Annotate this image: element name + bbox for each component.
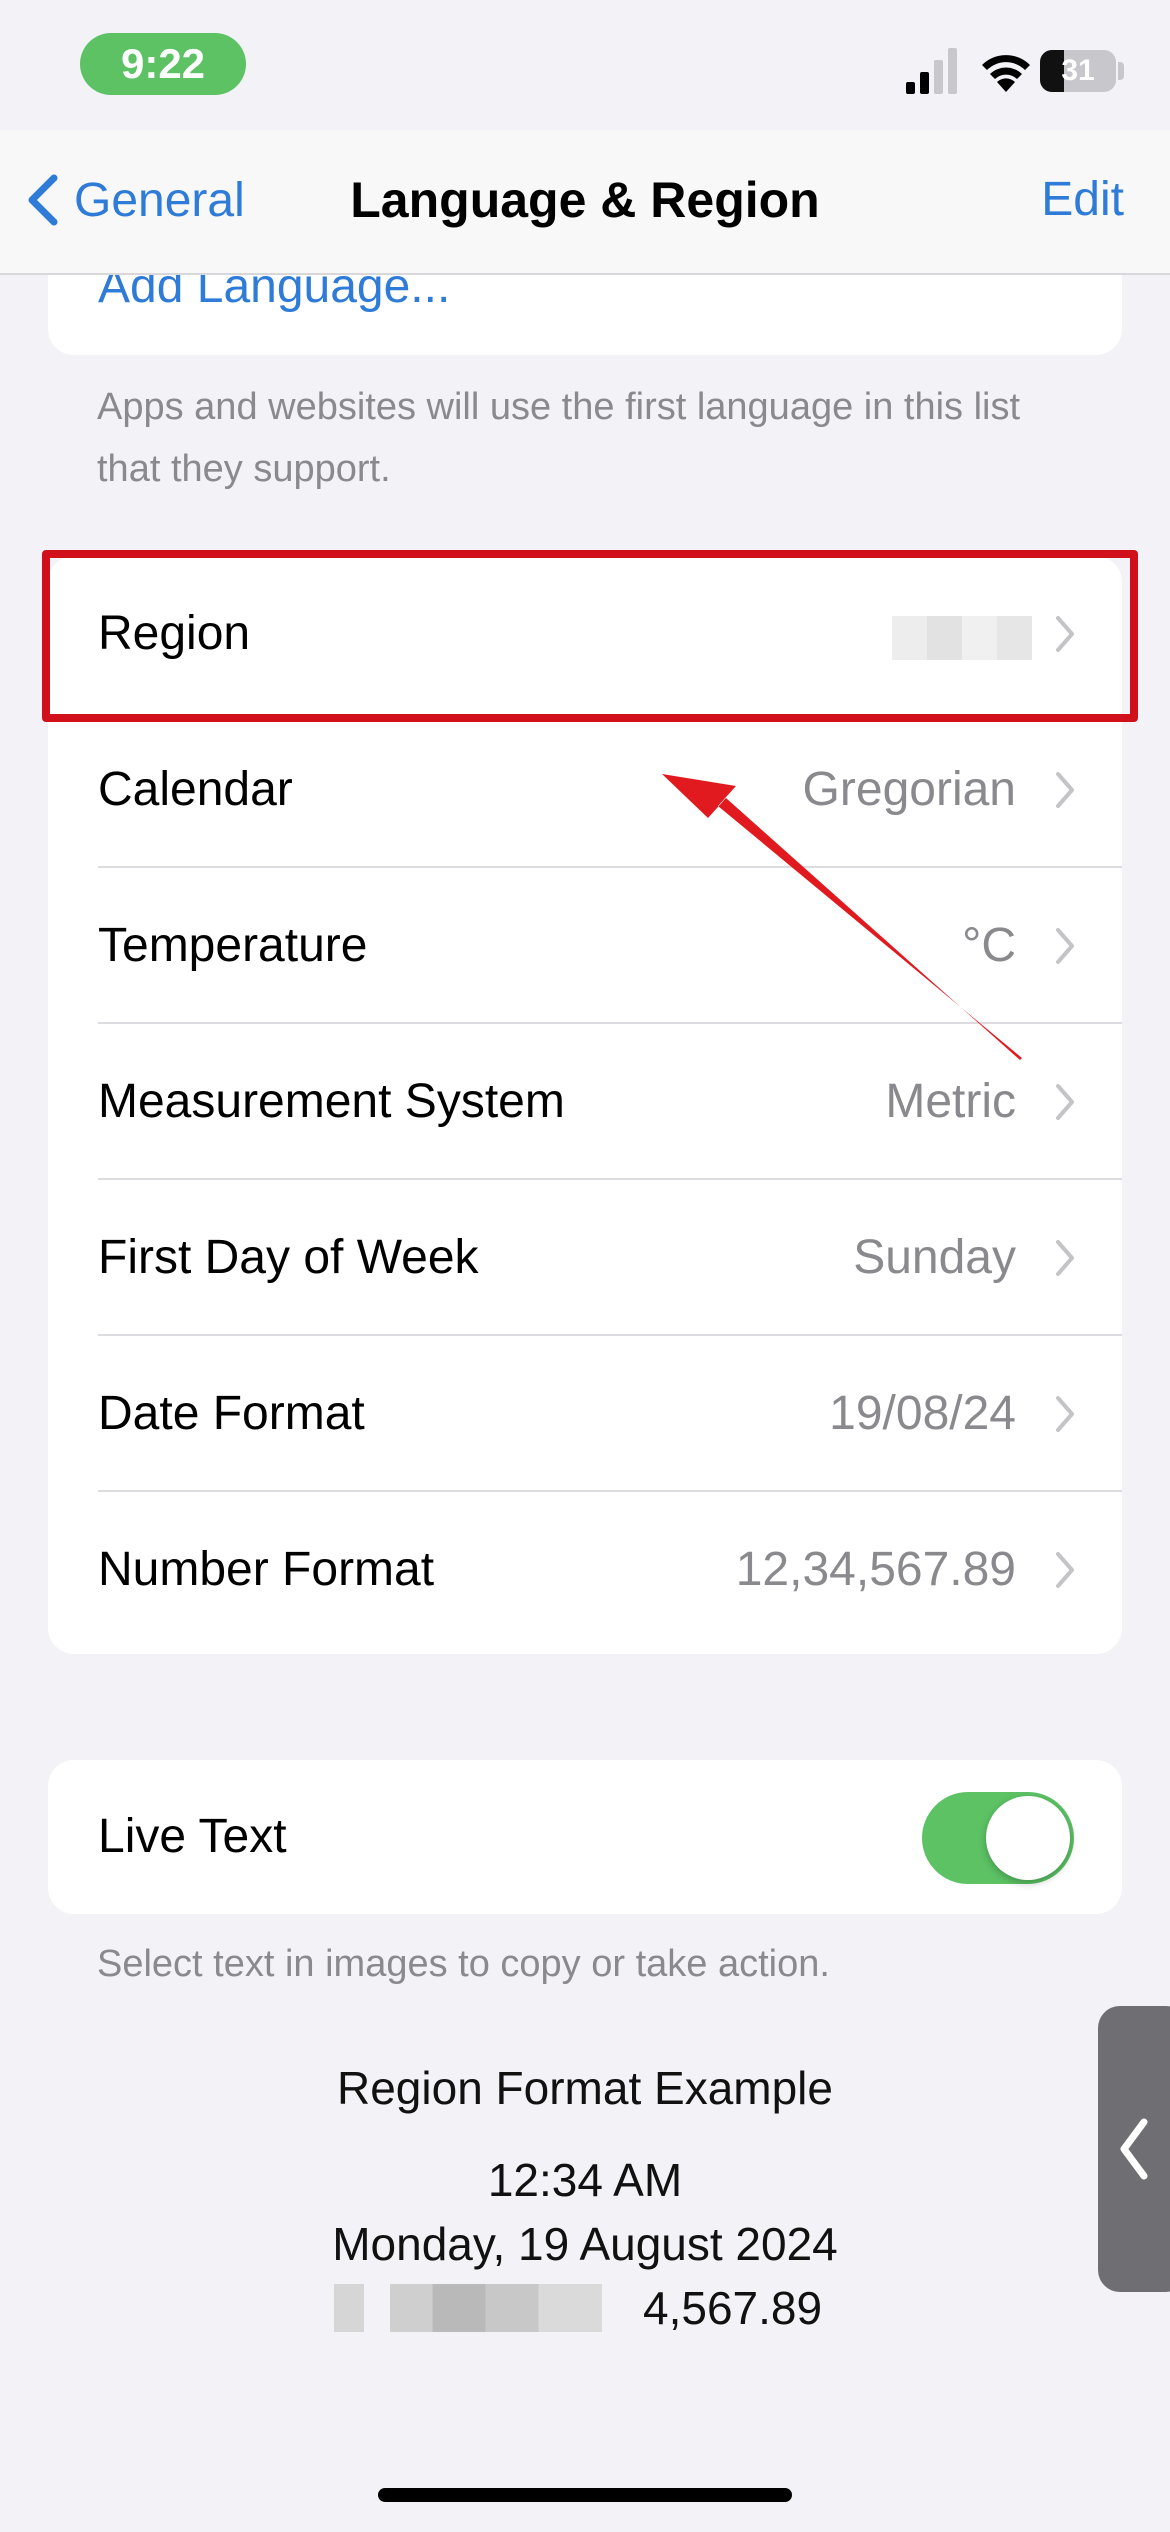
measurement-system-row[interactable]: Measurement System Metric — [48, 1024, 1122, 1180]
date-format-row[interactable]: Date Format 19/08/24 — [48, 1336, 1122, 1492]
region-settings-card: Region Calendar Gregorian Temperature °C… — [48, 556, 1122, 1654]
side-drawer-handle[interactable] — [1098, 2006, 1170, 2292]
region-value-blurred — [892, 616, 1032, 660]
navigation-bar: General Language & Region Edit — [0, 130, 1170, 275]
number-format-row[interactable]: Number Format 12,34,567.89 — [48, 1492, 1122, 1648]
row-label: Region — [98, 607, 251, 660]
row-value: Sunday — [853, 1231, 1016, 1284]
currency-blurred — [334, 2284, 364, 2332]
region-row[interactable]: Region — [48, 556, 1122, 712]
region-example-date: Monday, 19 August 2024 — [332, 2218, 838, 2270]
live-text-toggle[interactable] — [922, 1792, 1074, 1884]
chevron-right-icon — [1056, 928, 1074, 964]
row-label: Temperature — [98, 919, 368, 972]
row-label: Calendar — [98, 763, 293, 816]
currency-blurred — [390, 2284, 602, 2332]
row-value: °C — [962, 919, 1016, 972]
row-label: Measurement System — [98, 1075, 565, 1128]
preferred-languages-card: Add Language... — [48, 275, 1122, 355]
row-label: First Day of Week — [98, 1231, 479, 1284]
region-example-number-row: 4,567.89 — [0, 2276, 1170, 2340]
region-example-number: 4,567.89 — [643, 2282, 823, 2334]
chevron-right-icon — [1056, 772, 1074, 808]
languages-footer-text: Apps and websites will use the first lan… — [97, 386, 1021, 490]
row-value: Gregorian — [802, 763, 1016, 816]
chevron-right-icon — [1056, 1552, 1074, 1588]
status-bar: 9:22 31 — [0, 0, 1170, 130]
chevron-left-icon — [1120, 2118, 1148, 2180]
row-label: Date Format — [98, 1387, 365, 1440]
toggle-knob — [986, 1796, 1070, 1880]
region-format-example-title: Region Format Example — [337, 2062, 833, 2114]
temperature-row[interactable]: Temperature °C — [48, 868, 1122, 1024]
chevron-right-icon — [1056, 1240, 1074, 1276]
live-text-footer-text: Select text in images to copy or take ac… — [97, 1943, 830, 1985]
battery-icon: 31 — [1040, 50, 1116, 92]
region-example-time: 12:34 AM — [487, 2154, 683, 2206]
row-value: Metric — [885, 1075, 1016, 1128]
wifi-icon — [982, 55, 1030, 92]
row-label: Number Format — [98, 1543, 435, 1596]
chevron-right-icon — [1056, 616, 1074, 652]
page-title: Language & Region — [350, 172, 820, 228]
calendar-row[interactable]: Calendar Gregorian — [48, 712, 1122, 868]
home-indicator — [378, 2488, 792, 2502]
row-value: 12,34,567.89 — [735, 1543, 1016, 1596]
chevron-right-icon — [1056, 1396, 1074, 1432]
edit-button[interactable]: Edit — [1041, 170, 1124, 230]
first-day-of-week-row[interactable]: First Day of Week Sunday — [48, 1180, 1122, 1336]
status-time: 9:22 — [80, 33, 246, 95]
chevron-right-icon — [1056, 1084, 1074, 1120]
row-value: 19/08/24 — [829, 1387, 1016, 1440]
live-text-label: Live Text — [98, 1810, 287, 1863]
add-language-button[interactable]: Add Language... — [98, 275, 450, 315]
cellular-signal-icon — [906, 48, 957, 94]
battery-tip — [1118, 62, 1124, 80]
live-text-card: Live Text — [48, 1760, 1122, 1914]
battery-percentage: 31 — [1061, 54, 1095, 87]
